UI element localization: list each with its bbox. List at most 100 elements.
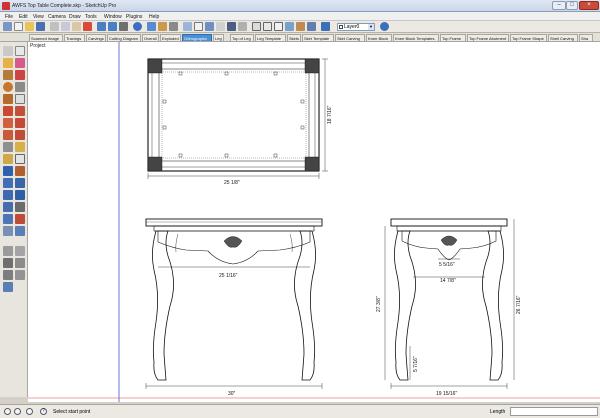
text-tool-icon[interactable] <box>15 154 25 164</box>
tab-exploded[interactable]: Exploded <box>160 34 181 41</box>
rectangle-icon[interactable] <box>3 70 13 80</box>
push-pull-icon[interactable] <box>15 106 25 116</box>
sandbox-icon[interactable] <box>3 258 13 268</box>
maximize-button[interactable]: □ <box>566 1 578 10</box>
tab-sha[interactable]: Sha <box>579 34 593 41</box>
tab-carvings[interactable]: Carvings <box>86 34 106 41</box>
tab-top-frame-shape[interactable]: Top Frame Shape <box>510 34 547 41</box>
paint-bucket-icon[interactable] <box>3 58 13 68</box>
tab-cutting-diagram[interactable]: Cutting Diagram <box>107 34 141 41</box>
component-browser-icon[interactable] <box>3 246 13 256</box>
tab-skirt-carving[interactable]: Skirt Carving <box>335 34 365 41</box>
menu-draw[interactable]: Draw <box>69 14 81 20</box>
3d-text-icon[interactable] <box>15 166 25 176</box>
tab-tracings[interactable]: Tracings <box>64 34 85 41</box>
scale-icon[interactable] <box>3 130 13 140</box>
orbit-icon[interactable] <box>147 22 156 31</box>
shaded-icon[interactable] <box>285 22 294 31</box>
tab-skirt-template[interactable]: Skirt Template <box>302 34 334 41</box>
tab-leg-template[interactable]: Leg Template <box>255 34 286 41</box>
dimension-icon[interactable] <box>15 142 25 152</box>
zoom-tool-icon[interactable] <box>3 190 13 200</box>
pan-icon[interactable] <box>158 22 167 31</box>
print-icon[interactable] <box>119 22 128 31</box>
fog-icon[interactable] <box>15 270 25 280</box>
previous-view-icon[interactable] <box>15 202 25 212</box>
menu-tools[interactable]: Tools <box>85 14 97 20</box>
undo-icon[interactable] <box>97 22 106 31</box>
orbit-tool-icon[interactable] <box>3 178 13 188</box>
select-arrow-icon[interactable] <box>3 46 13 56</box>
tab-top-frame[interactable]: Top Frame <box>440 34 466 41</box>
materials-icon[interactable] <box>15 246 25 256</box>
minimize-button[interactable]: – <box>552 1 566 10</box>
cut-icon[interactable] <box>50 22 59 31</box>
freehand-icon[interactable] <box>15 94 25 104</box>
right-view-icon[interactable] <box>216 22 225 31</box>
copy-icon[interactable] <box>61 22 70 31</box>
tab-knee-block-templates[interactable]: Knee Block Templates <box>393 34 439 41</box>
layer-dropdown[interactable]: Layer0 ▼ <box>337 23 375 31</box>
tab-leg[interactable]: Leg <box>213 34 224 41</box>
follow-me-icon[interactable] <box>15 118 25 128</box>
menu-camera[interactable]: Camera <box>48 14 66 20</box>
back-view-icon[interactable] <box>227 22 236 31</box>
eraser-icon[interactable] <box>15 58 25 68</box>
tab-knee-block[interactable]: Knee Block <box>366 34 392 41</box>
menu-plugins[interactable]: Plugins <box>126 14 142 20</box>
pan-tool-icon[interactable] <box>15 178 25 188</box>
polygon-icon[interactable] <box>3 94 13 104</box>
help-icon[interactable]: ? <box>40 408 47 415</box>
arc-icon[interactable] <box>15 82 25 92</box>
open-folder-icon[interactable] <box>25 22 34 31</box>
zoom-extents-icon[interactable] <box>3 202 13 212</box>
section-plane-icon[interactable] <box>15 226 25 236</box>
left-view-icon[interactable] <box>238 22 247 31</box>
front-view-icon[interactable] <box>205 22 214 31</box>
styles-icon[interactable] <box>15 258 25 268</box>
measurements-input[interactable] <box>510 407 598 416</box>
layers-icon[interactable] <box>321 22 330 31</box>
zoom-window-icon[interactable] <box>15 190 25 200</box>
tape-measure-icon[interactable] <box>3 142 13 152</box>
look-around-icon[interactable] <box>3 226 13 236</box>
tab-scanned-image[interactable]: Scanned Image <box>29 34 63 41</box>
tab-overall[interactable]: Overall <box>142 34 159 41</box>
line-pencil-icon[interactable] <box>15 70 25 80</box>
redo-icon[interactable] <box>108 22 117 31</box>
outliner-icon[interactable] <box>3 282 13 292</box>
make-component-icon[interactable] <box>15 46 25 56</box>
offset-icon[interactable] <box>15 130 25 140</box>
menu-window[interactable]: Window <box>104 14 122 20</box>
menu-file[interactable]: File <box>5 14 13 20</box>
menu-view[interactable]: View <box>33 14 44 20</box>
erase-icon[interactable] <box>83 22 92 31</box>
tab-shell-carving[interactable]: Shell Carving <box>548 34 578 41</box>
hidden-line-icon[interactable] <box>274 22 283 31</box>
tab-top-of-leg[interactable]: Top of Leg <box>230 34 254 41</box>
axes-icon[interactable] <box>3 166 13 176</box>
top-view-icon[interactable] <box>194 22 203 31</box>
tab-skirts[interactable]: Skirts <box>287 34 301 41</box>
shaded-textures-icon[interactable] <box>296 22 305 31</box>
drawing-viewport[interactable]: Project 25 1/8" 18 7/16" 25 1/16" 30" 5 … <box>28 42 600 402</box>
protractor-icon[interactable] <box>3 154 13 164</box>
select-tool-icon[interactable] <box>3 22 12 31</box>
xray-icon[interactable] <box>252 22 261 31</box>
model-info-icon[interactable] <box>133 22 142 31</box>
iso-view-icon[interactable] <box>183 22 192 31</box>
rotate-icon[interactable] <box>3 118 13 128</box>
credits-icon[interactable] <box>14 408 21 415</box>
shadows-icon[interactable] <box>3 270 13 280</box>
circle-icon[interactable] <box>3 82 13 92</box>
menu-help[interactable]: Help <box>149 14 159 20</box>
position-camera-icon[interactable] <box>3 214 13 224</box>
geo-location-icon[interactable] <box>4 408 11 415</box>
user-icon[interactable] <box>26 408 33 415</box>
wireframe-icon[interactable] <box>263 22 272 31</box>
tab-top-frame-abutment[interactable]: Top Frame Abutment <box>467 34 509 41</box>
tab-orthographic[interactable]: Orthographic <box>182 34 212 41</box>
menu-edit[interactable]: Edit <box>19 14 28 20</box>
monochrome-icon[interactable] <box>307 22 316 31</box>
zoom-icon[interactable] <box>169 22 178 31</box>
